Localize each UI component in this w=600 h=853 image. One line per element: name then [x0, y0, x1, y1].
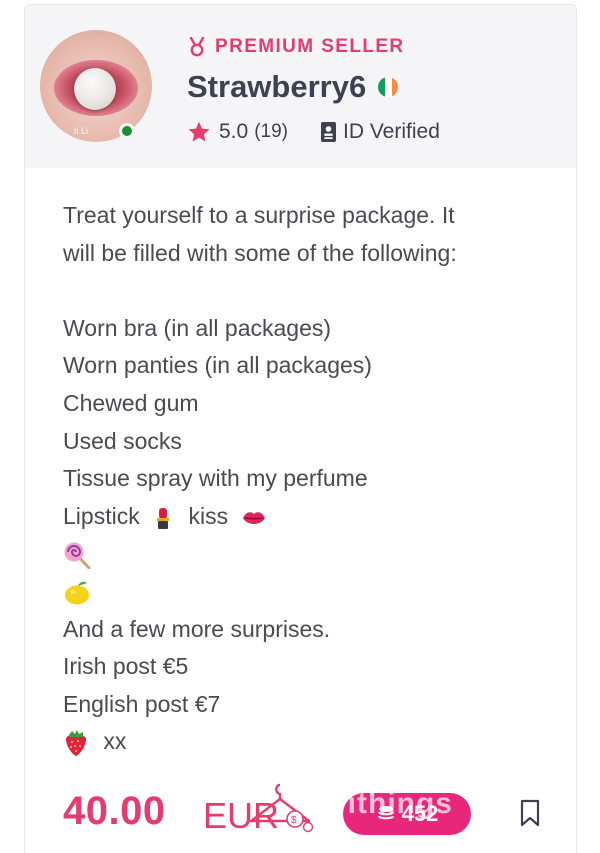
description-line-strawberry: xx: [63, 723, 563, 761]
site-watermark: rithings: [335, 787, 453, 820]
premium-seller-badge: PREMIUM SELLER: [187, 36, 405, 58]
description-line: English post €7: [63, 690, 221, 717]
description-line-lollipop: [63, 535, 563, 573]
rating-value: 5.0: [219, 120, 249, 143]
seller-meta: 5.0 (19) ID Verified: [187, 120, 440, 144]
id-verified-label: ID Verified: [343, 120, 440, 143]
description-line-lemon: [63, 573, 563, 611]
bookmark-icon[interactable]: [519, 799, 541, 827]
description-line-lipstick: Lipstick kiss: [63, 498, 563, 536]
premium-seller-label: PREMIUM SELLER: [215, 36, 405, 57]
ireland-flag-icon: [378, 77, 399, 97]
review-count[interactable]: (19): [254, 121, 288, 143]
description-line: Irish post €5: [63, 653, 189, 680]
hanger-icon: $: [249, 783, 314, 833]
lipstick-text: Lipstick: [63, 502, 140, 529]
description-line: Worn panties (in all packages): [63, 352, 372, 379]
lollipop-emoji: [64, 542, 91, 570]
online-status-dot: [119, 123, 135, 139]
price-row: 40.00 EUR $ 452 rithings: [63, 783, 576, 843]
kiss-emoji: [242, 511, 265, 524]
kiss-text: kiss: [188, 502, 229, 529]
description-line: Treat yourself to a surprise package. It: [63, 202, 455, 228]
description-line: And a few more surprises.: [63, 615, 331, 642]
description-line: Chewed gum: [63, 389, 199, 416]
listing-price: 40.00: [63, 789, 166, 833]
description-line: Tissue spray with my perfume: [63, 465, 368, 492]
medal-icon: [189, 37, 205, 57]
lipstick-emoji: [157, 507, 170, 529]
strawberry-emoji: [66, 730, 86, 757]
description-blank-line: [63, 272, 563, 310]
seller-header: ti Li PREMIUM SELLER Strawberry6 5.0 (19…: [25, 5, 576, 168]
seller-name[interactable]: Strawberry6: [187, 69, 366, 105]
avatar-image: ti Li: [40, 30, 152, 142]
star-icon: [188, 121, 210, 142]
signoff-text: xx: [103, 728, 127, 755]
listing-description: Treat yourself to a surprise package. It…: [63, 197, 563, 761]
id-card-icon: [321, 122, 336, 142]
description-line: will be filled with some of the followin…: [63, 239, 457, 266]
avatar-watermark: ti Li: [74, 126, 89, 136]
description-line: Worn bra (in all packages): [63, 314, 332, 341]
svg-text:$: $: [291, 815, 297, 826]
description-line: Used socks: [63, 427, 182, 454]
lemon-emoji: [65, 581, 89, 605]
seller-avatar[interactable]: ti Li: [40, 30, 152, 142]
seller-name-row: Strawberry6: [187, 69, 399, 105]
listing-card: ti Li PREMIUM SELLER Strawberry6 5.0 (19…: [24, 4, 577, 853]
